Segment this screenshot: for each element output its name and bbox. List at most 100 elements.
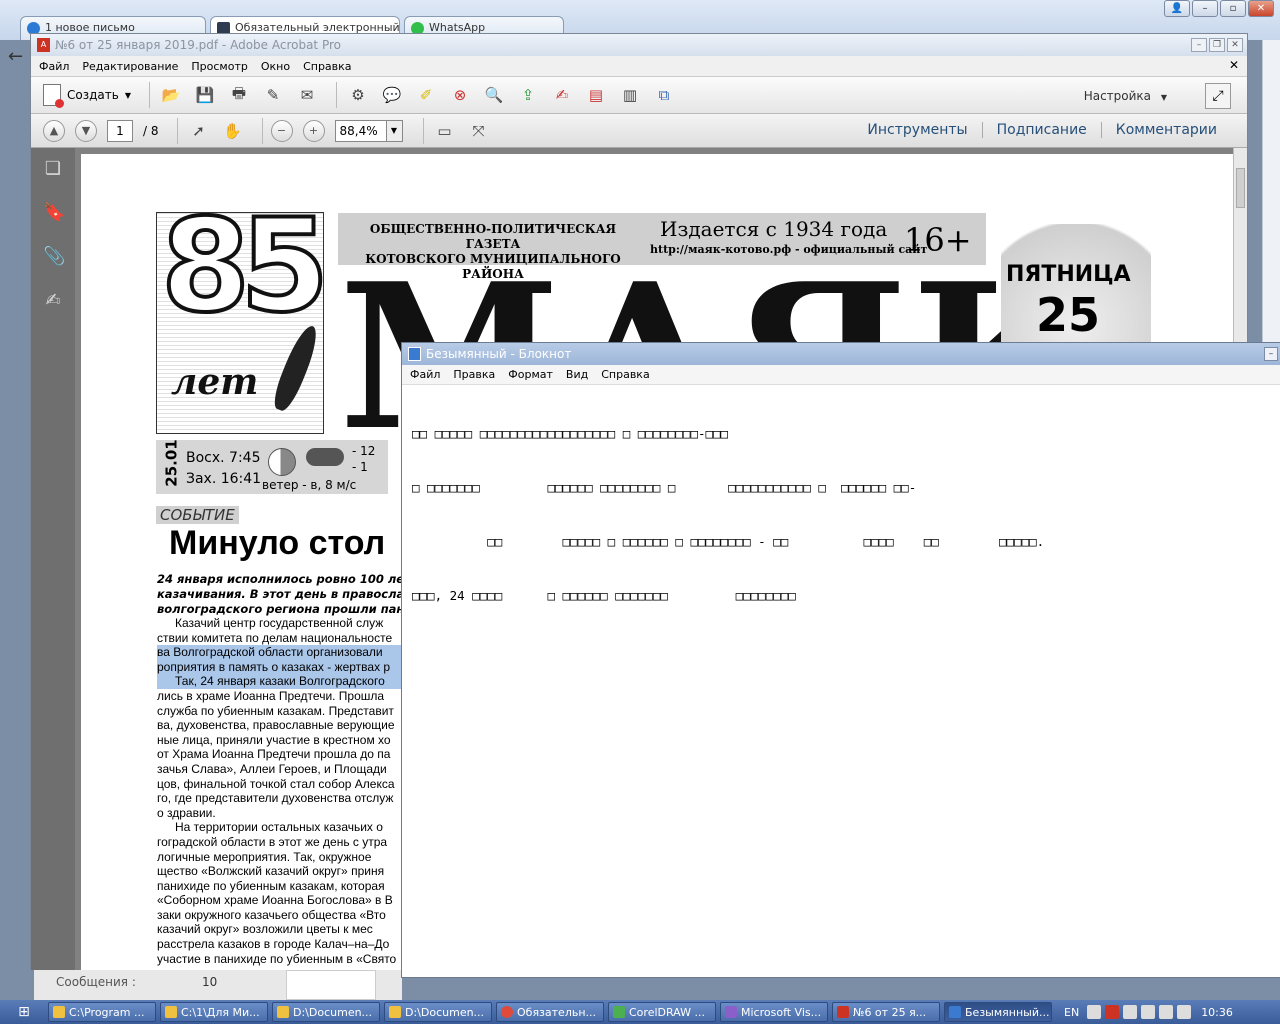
menu-edit[interactable]: Редактирование — [82, 60, 178, 73]
menu-file[interactable]: Файл — [39, 60, 69, 73]
tray-icon[interactable] — [1123, 1005, 1138, 1019]
folder-icon — [53, 1006, 65, 1018]
edit-icon[interactable]: ✎ — [260, 82, 286, 108]
sign-icon[interactable]: ✍ — [549, 82, 575, 108]
anniversary-emblem: 85 лет — [156, 212, 324, 434]
menu-format[interactable]: Формат — [508, 368, 553, 381]
create-button[interactable]: Создать ▼ — [43, 84, 131, 108]
tab-sign[interactable]: Подписание — [981, 122, 1101, 138]
user-icon[interactable]: 👤 — [1164, 0, 1190, 17]
close-document-icon[interactable]: ✕ — [1229, 58, 1239, 72]
taskbar-item[interactable]: CorelDRAW ... — [608, 1002, 716, 1022]
combine-icon[interactable]: ⧉ — [651, 82, 677, 108]
acrobat-menubar: Файл Редактирование Просмотр Окно Справк… — [31, 56, 1247, 76]
fit-width-icon[interactable]: ⤧ — [466, 118, 492, 144]
text-line: □ □□□□□□□ □□□□□□ □□□□□□□□ □ □□□□□□□□□□□ … — [412, 480, 917, 495]
taskbar-item[interactable]: Microsoft Vis... — [720, 1002, 828, 1022]
chrome-icon — [501, 1006, 513, 1018]
menu-help[interactable]: Справка — [303, 60, 351, 73]
open-folder-icon[interactable]: 📂 — [158, 82, 184, 108]
volume-icon[interactable] — [1141, 1005, 1156, 1019]
signature-icon[interactable]: ✍ — [43, 290, 63, 312]
clock: 10:36 — [1201, 1005, 1233, 1019]
notepad-icon — [949, 1006, 961, 1018]
fullscreen-icon[interactable]: ⤢ — [1205, 83, 1231, 109]
maximize-button[interactable]: ▫ — [1220, 0, 1246, 17]
fit-page-icon[interactable]: ▭ — [432, 118, 458, 144]
menu-window[interactable]: Окно — [261, 60, 290, 73]
scrollbar-thumb[interactable] — [1236, 168, 1245, 208]
taskbar-item[interactable]: Обязательн... — [496, 1002, 604, 1022]
moon-icon — [268, 448, 296, 476]
next-page-icon[interactable]: ▼ — [75, 119, 97, 142]
taskbar-item[interactable]: №6 от 25 я... — [832, 1002, 940, 1022]
pages-icon[interactable]: ▥ — [617, 82, 643, 108]
select-cursor-icon[interactable]: ➚ — [186, 118, 212, 144]
tray-icon[interactable] — [1087, 1005, 1102, 1019]
gear-icon[interactable]: ⚙ — [345, 82, 371, 108]
acrobat-titlebar: A №6 от 25 января 2019.pdf - Adobe Acrob… — [31, 34, 1247, 56]
page-thumbnail[interactable] — [286, 970, 376, 1000]
page-number-input[interactable]: 1 — [107, 119, 133, 142]
body-line: заки окружного казачьего общества «Вто — [157, 907, 386, 922]
tab-comments[interactable]: Комментарии — [1100, 122, 1231, 138]
page-thumbnails-icon[interactable]: ❏ — [43, 158, 63, 180]
menu-view[interactable]: Вид — [566, 368, 588, 381]
save-icon[interactable]: 💾 — [192, 82, 218, 108]
close-button[interactable]: ✕ — [1248, 0, 1274, 17]
delete-page-icon[interactable]: ⊗ — [447, 82, 473, 108]
minimize-button[interactable]: – — [1192, 0, 1218, 17]
notepad-text-area[interactable]: □□ □□□□□ □□□□□□□□□□□□□□□□□□ □ □□□□□□□□-□… — [412, 389, 1044, 641]
taskbar-item[interactable]: C:\1\Для Ми... — [160, 1002, 268, 1022]
taskbar-item[interactable]: C:\Program ... — [48, 1002, 156, 1022]
chevron-down-icon[interactable]: ▼ — [386, 119, 403, 142]
tray-icon[interactable] — [1177, 1005, 1192, 1019]
zoom-input[interactable]: 88,4% — [334, 119, 387, 142]
menu-file[interactable]: Файл — [410, 368, 440, 381]
taskbar-item[interactable]: D:\Documen... — [272, 1002, 380, 1022]
language-indicator[interactable]: EN — [1064, 1006, 1079, 1019]
start-button[interactable]: ⊞ — [0, 1000, 48, 1024]
highlight-icon[interactable]: ✐ — [413, 82, 439, 108]
export-icon[interactable]: ⇪ — [515, 82, 541, 108]
zoom-out-icon[interactable]: − — [270, 119, 293, 142]
pane-tabs: Инструменты Подписание Комментарии — [853, 122, 1231, 138]
print-icon[interactable]: 🖶 — [226, 82, 252, 108]
body-line: ва, духовенства, православные верующие — [157, 718, 395, 733]
toolbar-divider — [148, 82, 150, 108]
zoom-in-icon[interactable]: + — [302, 119, 325, 142]
comment-icon[interactable]: 💬 — [379, 82, 405, 108]
restore-button[interactable]: ❐ — [1209, 38, 1225, 52]
menu-help[interactable]: Справка — [601, 368, 649, 381]
hand-tool-icon[interactable]: ✋ — [220, 118, 246, 144]
tray-icon[interactable] — [1105, 1005, 1120, 1019]
taskbar-item-label: D:\Documen... — [293, 1006, 373, 1019]
prev-page-icon[interactable]: ▲ — [43, 119, 65, 142]
body-line: панихиде по убиенным казакам, которая — [157, 878, 385, 893]
body-line: цов, финальной точкой стал собор Алекса — [157, 776, 395, 791]
acrobat-main-toolbar: Создать ▼ 📂 💾 🖶 ✎ ✉ ⚙ 💬 ✐ ⊗ 🔍 ⇪ ✍ ▤ ▥ ⧉ … — [31, 76, 1247, 114]
search-icon[interactable]: 🔍 — [481, 82, 507, 108]
body-line: щество «Волжский казачий округ» приня — [157, 864, 385, 879]
redact-icon[interactable]: ▤ — [583, 82, 609, 108]
settings-dropdown[interactable]: Настройка ▼ — [1084, 89, 1167, 103]
minimize-button[interactable]: – — [1264, 347, 1278, 361]
mail-icon[interactable]: ✉ — [294, 82, 320, 108]
minimize-button[interactable]: – — [1191, 38, 1207, 52]
snow-cloud-icon — [306, 448, 344, 466]
attachment-icon[interactable]: 📎 — [43, 246, 65, 268]
close-button[interactable]: ✕ — [1227, 38, 1243, 52]
taskbar-item-active[interactable]: Безымянный... — [944, 1002, 1052, 1022]
menu-view[interactable]: Просмотр — [191, 60, 247, 73]
back-arrow-icon[interactable]: ← — [8, 46, 32, 70]
bookmark-icon[interactable]: 🔖 — [43, 202, 65, 224]
menu-edit[interactable]: Правка — [453, 368, 495, 381]
lead-line: казачивания. В этот день в правосла — [157, 587, 405, 601]
tab-tools[interactable]: Инструменты — [853, 122, 981, 138]
sunset-time: Зах. 16:41 — [186, 471, 262, 487]
weather-date: 25.01 — [162, 439, 181, 487]
text-line: □□ □□□□□ □ □□□□□□ □ □□□□□□□□ - □□ □□□□ □… — [412, 534, 1045, 549]
taskbar-item[interactable]: D:\Documen... — [384, 1002, 492, 1022]
tray-icon[interactable] — [1159, 1005, 1174, 1019]
taskbar-item-label: Microsoft Vis... — [741, 1006, 822, 1019]
